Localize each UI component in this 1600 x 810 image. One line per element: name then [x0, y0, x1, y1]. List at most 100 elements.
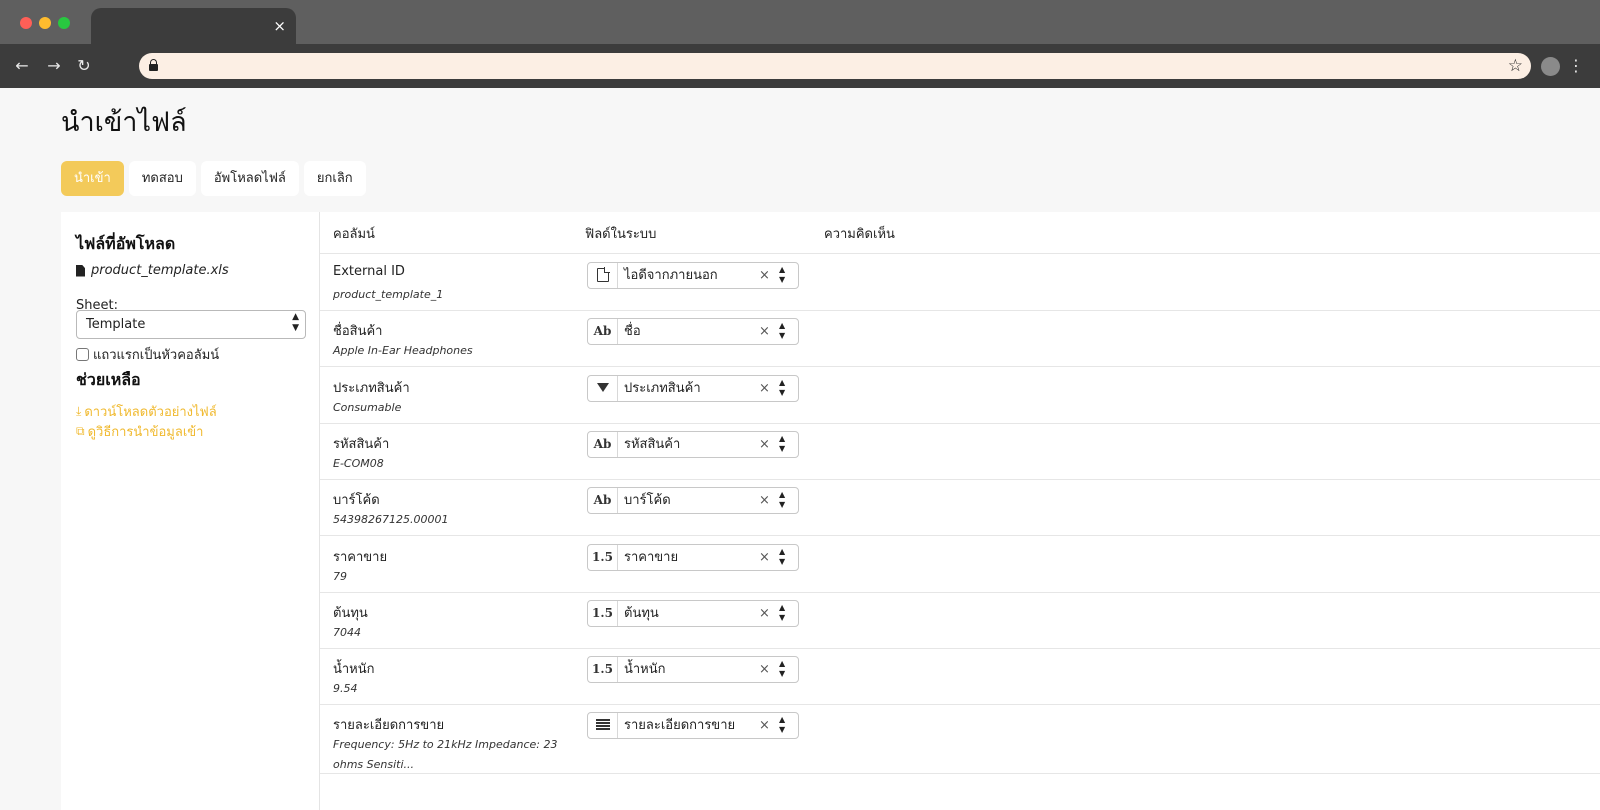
bookmark-star-icon[interactable]: ☆ [1508, 55, 1523, 77]
sheet-select-value: Template [86, 317, 146, 332]
table-row: ประเภทสินค้า Consumable ประเภทสินค้า × ▲ ▼ [320, 367, 1600, 424]
download-sample-link[interactable]: ⤓ ดาวน์โหลดตัวอย่างไฟล์ [76, 401, 217, 422]
selection-type-icon [588, 376, 618, 401]
table-row: ต้นทุน 7044 1.5 ต้นทุน × ▲ ▼ [320, 592, 1600, 649]
source-column-name: บาร์โค้ด [333, 493, 380, 508]
system-field-select[interactable]: Ab บาร์โค้ด × ▲ ▼ [587, 487, 799, 514]
upload-sidebar: ไฟล์ที่อัพโหลด product_template.xls Shee… [61, 212, 319, 810]
source-column-sample: 7044 [333, 626, 361, 639]
header-row-option[interactable]: แถวแรกเป็นหัวคอลัมน์ [76, 344, 219, 365]
window-close-dot[interactable] [20, 17, 32, 29]
select-arrows-icon: ▲ ▼ [779, 490, 786, 509]
upload-file-button[interactable]: อัพโหลดไฟล์ [200, 161, 299, 196]
comment-header: ความคิดเห็น [824, 227, 895, 242]
system-field-select[interactable]: 1.5 ต้นทุน × ▲ ▼ [587, 600, 799, 627]
clear-icon[interactable]: × [759, 376, 770, 401]
forward-arrow-icon[interactable]: → [42, 54, 66, 78]
system-field-select[interactable]: Ab ชื่อ × ▲ ▼ [587, 318, 799, 345]
float-type-icon: 1.5 [588, 657, 618, 682]
profile-avatar[interactable] [1541, 57, 1560, 76]
select-arrows-icon: ▲ ▼ [779, 434, 786, 453]
tab-strip: × [0, 0, 1600, 45]
test-button[interactable]: ทดสอบ [128, 161, 196, 196]
system-field-value: ประเภทสินค้า [624, 381, 701, 396]
system-field-select[interactable]: 1.5 ราคาขาย × ▲ ▼ [587, 544, 799, 571]
source-column-name: ประเภทสินค้า [333, 381, 410, 396]
back-arrow-icon[interactable]: ← [10, 54, 34, 78]
source-column-name: ราคาขาย [333, 550, 388, 565]
system-field-select[interactable]: ไอดีจากภายนอก × ▲ ▼ [587, 262, 799, 289]
system-field-value: ชื่อ [624, 324, 641, 339]
system-field-value: ต้นทุน [624, 606, 659, 621]
field-type-label: Ab [593, 493, 612, 507]
select-arrows-icon: ▲ ▼ [779, 265, 786, 284]
field-type-label: Ab [593, 437, 612, 451]
clear-icon[interactable]: × [759, 263, 770, 288]
source-column-name: ต้นทุน [333, 606, 368, 621]
browser-toolbar: ← → ↻ ☆ ⋮ [0, 44, 1600, 88]
file-name: product_template.xls [91, 263, 229, 278]
source-column-sample: Apple In-Ear Headphones [333, 344, 473, 357]
system-field-select[interactable]: ประเภทสินค้า × ▲ ▼ [587, 375, 799, 402]
source-column-sample: 54398267125.00001 [333, 513, 449, 526]
select-arrows-icon: ▲ ▼ [779, 321, 786, 340]
clear-icon[interactable]: × [759, 488, 770, 513]
clear-icon[interactable]: × [759, 432, 770, 457]
table-row: รายละเอียดการขาย Frequency: 5Hz to 21kHz … [320, 704, 1600, 774]
download-sample-label: ดาวน์โหลดตัวอย่างไฟล์ [84, 405, 217, 420]
system-field-select[interactable]: รายละเอียดการขาย × ▲ ▼ [587, 712, 799, 739]
system-field-value: บาร์โค้ด [624, 493, 671, 508]
table-row: รหัสสินค้า E-COM08 Ab รหัสสินค้า × ▲ ▼ [320, 423, 1600, 480]
system-field-select[interactable]: 1.5 น้ำหนัก × ▲ ▼ [587, 656, 799, 683]
header-row-label: แถวแรกเป็นหัวคอลัมน์ [93, 348, 220, 363]
source-column-name: ชื่อสินค้า [333, 324, 383, 339]
field-type-label: Ab [593, 324, 612, 338]
import-guide-link[interactable]: ⧉ ดูวิธีการนำข้อมูลเข้า [76, 421, 203, 442]
clear-icon[interactable]: × [759, 657, 770, 682]
float-type-icon: 1.5 [588, 601, 618, 626]
window-minimize-dot[interactable] [39, 17, 51, 29]
file-icon [76, 264, 85, 277]
cancel-button[interactable]: ยกเลิก [303, 161, 366, 196]
browser-menu-icon[interactable]: ⋮ [1568, 54, 1584, 78]
tab-close-icon[interactable]: × [273, 16, 286, 36]
clear-icon[interactable]: × [759, 601, 770, 626]
system-field-header: ฟิลด์ในระบบ [585, 227, 657, 242]
field-type-label: 1.5 [592, 550, 613, 564]
action-bar: นำเข้า ทดสอบ อัพโหลดไฟล์ ยกเลิก [61, 161, 366, 196]
address-bar[interactable]: ☆ [139, 53, 1531, 79]
page-title: นำเข้าไฟล์ [61, 107, 187, 138]
clear-icon[interactable]: × [759, 319, 770, 344]
select-arrows-icon: ▲ ▼ [779, 659, 786, 678]
lock-icon [149, 59, 158, 72]
text-type-icon: Ab [588, 488, 618, 513]
source-column-name: น้ำหนัก [333, 662, 375, 677]
browser-chrome: × ← → ↻ ☆ ⋮ [0, 0, 1600, 88]
source-column-sample: 9.54 [333, 682, 358, 695]
sheet-select[interactable]: Template ▲ ▼ [76, 310, 306, 339]
source-column-sample: 79 [333, 570, 347, 583]
table-row: บาร์โค้ด 54398267125.00001 Ab บาร์โค้ด × ▲ ▼ [320, 479, 1600, 536]
uploaded-files-heading: ไฟล์ที่อัพโหลด [76, 234, 176, 253]
header-row-checkbox[interactable] [76, 348, 89, 361]
system-field-value: ไอดีจากภายนอก [624, 268, 718, 283]
table-row: External ID product_template_1 ไอดีจากภายน… [320, 254, 1600, 311]
import-button[interactable]: นำเข้า [61, 161, 124, 196]
system-field-value: น้ำหนัก [624, 662, 666, 677]
system-field-select[interactable]: Ab รหัสสินค้า × ▲ ▼ [587, 431, 799, 458]
source-column-sample: product_template_1 [333, 288, 444, 301]
source-column-name: รหัสสินค้า [333, 437, 390, 452]
reload-icon[interactable]: ↻ [72, 54, 96, 78]
source-column-sample: Consumable [333, 401, 402, 414]
clear-icon[interactable]: × [759, 713, 770, 738]
external-link-icon: ⧉ [76, 424, 85, 438]
select-arrows-icon: ▲ ▼ [779, 378, 786, 397]
window-maximize-dot[interactable] [58, 17, 70, 29]
column-header: คอลัมน์ [333, 227, 375, 242]
browser-tab[interactable]: × [91, 8, 296, 45]
source-column-name: External ID [333, 264, 405, 279]
uploaded-file: product_template.xls [76, 263, 229, 278]
text-type-icon: Ab [588, 319, 618, 344]
system-field-value: ราคาขาย [624, 550, 679, 565]
clear-icon[interactable]: × [759, 545, 770, 570]
